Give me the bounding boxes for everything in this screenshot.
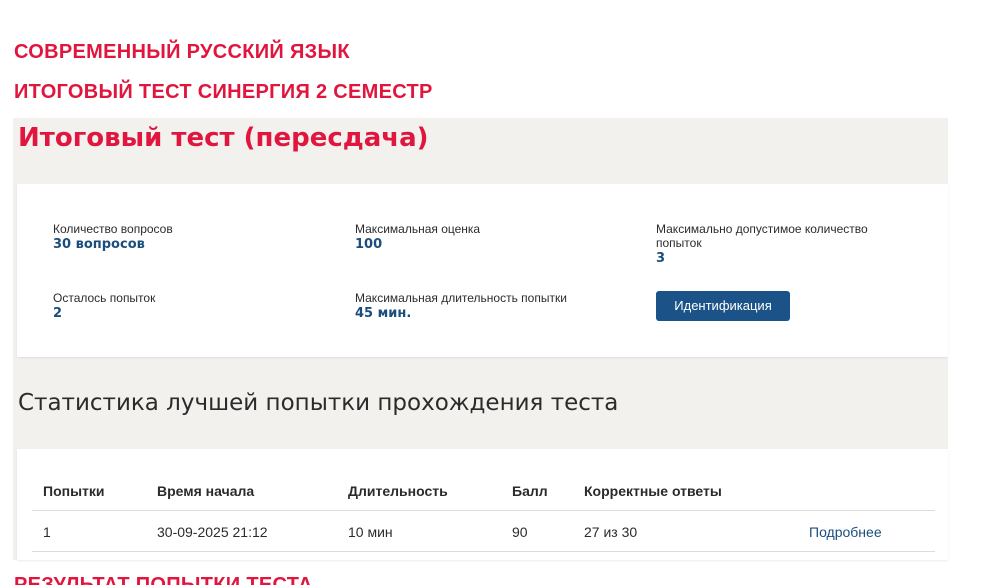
info-question-count: Количество вопросов 30 вопросов bbox=[53, 222, 313, 253]
page: СОВРЕМЕННЫЙ РУССКИЙ ЯЗЫК ИТОГОВЫЙ ТЕСТ С… bbox=[0, 0, 995, 585]
info-max-score: Максимальная оценка 100 bbox=[355, 222, 615, 253]
info-value: 2 bbox=[53, 306, 63, 321]
column-header-correct: Корректные ответы bbox=[584, 483, 722, 499]
cell-correct-answers: 27 из 30 bbox=[584, 524, 638, 540]
heading-course-name: СОВРЕМЕННЫЙ РУССКИЙ ЯЗЫК bbox=[14, 41, 350, 63]
info-value: 30 вопросов bbox=[53, 237, 145, 252]
page-title: Итоговый тест (пересдача) bbox=[18, 123, 429, 153]
info-value: 3 bbox=[656, 251, 666, 266]
column-header-score: Балл bbox=[512, 483, 548, 499]
info-label: Максимально допустимое количество попыто… bbox=[656, 222, 868, 250]
info-value: 45 мин. bbox=[355, 306, 412, 321]
table-row: 1 30-09-2025 21:12 10 мин 90 27 из 30 По… bbox=[32, 512, 935, 552]
cell-attempt: 1 bbox=[43, 524, 51, 540]
column-header-start-time: Время начала bbox=[157, 483, 255, 499]
identify-button[interactable]: Идентификация bbox=[656, 291, 790, 321]
info-max-duration: Максимальная длительность попытки 45 мин… bbox=[355, 291, 615, 322]
table-header-row: Попытки Время начала Длительность Балл К… bbox=[32, 471, 935, 511]
cell-duration: 10 мин bbox=[348, 524, 393, 540]
test-panel: Итоговый тест (пересдача) Количество воп… bbox=[13, 118, 948, 560]
cell-score: 90 bbox=[512, 524, 528, 540]
test-info-card: Количество вопросов 30 вопросов Максимал… bbox=[17, 184, 948, 357]
info-label: Максимальная длительность попытки bbox=[355, 291, 567, 305]
stats-table: Попытки Время начала Длительность Балл К… bbox=[17, 449, 948, 560]
info-label: Количество вопросов bbox=[53, 222, 173, 236]
info-value: 100 bbox=[355, 237, 383, 252]
column-header-attempts: Попытки bbox=[43, 483, 105, 499]
info-attempts-left: Осталось попыток 2 bbox=[53, 291, 313, 322]
details-link[interactable]: Подробнее bbox=[809, 512, 882, 552]
info-label: Осталось попыток bbox=[53, 291, 156, 305]
info-max-attempts: Максимально допустимое количество попыто… bbox=[656, 222, 886, 267]
stats-title: Статистика лучшей попытки прохождения те… bbox=[18, 390, 619, 416]
column-header-duration: Длительность bbox=[348, 483, 448, 499]
heading-test-info: ИТОГОВЫЙ ТЕСТ СИНЕРГИЯ 2 СЕМЕСТР bbox=[14, 81, 433, 103]
heading-attempt-result: РЕЗУЛЬТАТ ПОПЫТКИ ТЕСТА bbox=[14, 574, 313, 585]
info-label: Максимальная оценка bbox=[355, 222, 481, 236]
cell-start-time: 30-09-2025 21:12 bbox=[157, 524, 268, 540]
